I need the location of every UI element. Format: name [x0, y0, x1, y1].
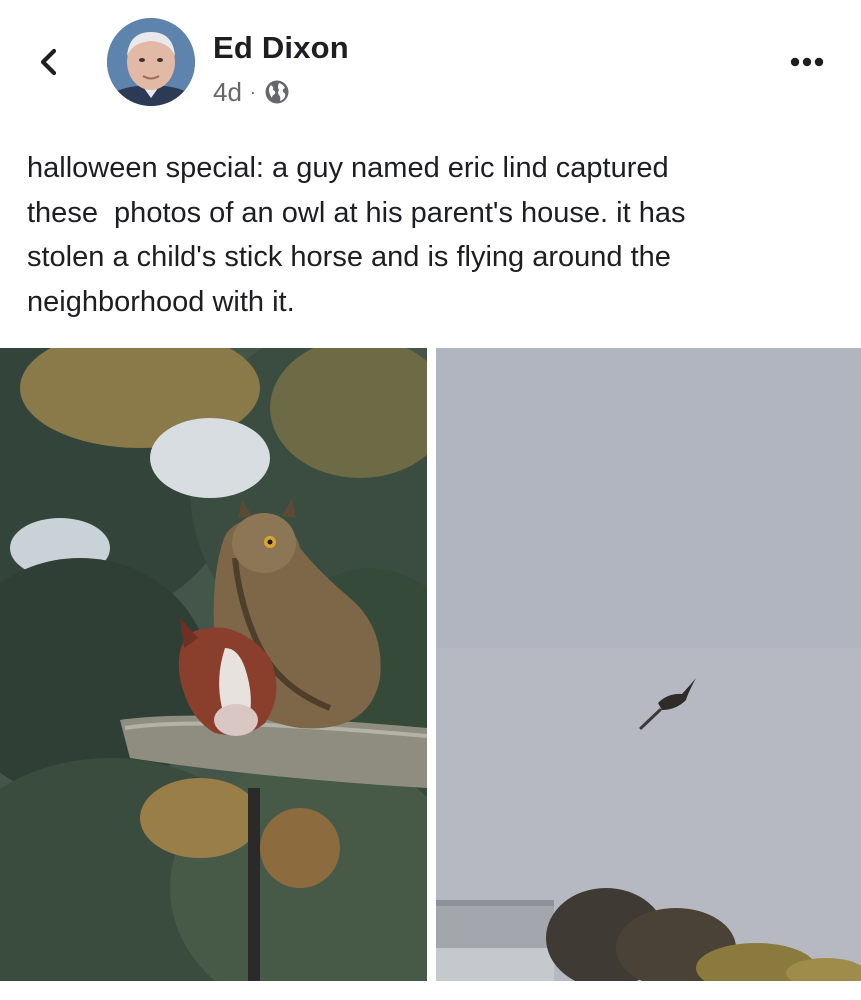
post-meta: 4d · [213, 76, 290, 108]
owl-flying-image [436, 348, 861, 981]
more-options-button[interactable] [785, 48, 835, 76]
more-horizontal-icon [790, 57, 824, 67]
post-timestamp[interactable]: 4d [213, 77, 242, 108]
post-header: Ed Dixon 4d · [0, 0, 861, 120]
back-button[interactable] [30, 42, 70, 82]
author-avatar[interactable] [107, 18, 195, 106]
post-text: halloween special: a guy named eric lind… [27, 152, 686, 318]
meta-separator: · [249, 81, 256, 102]
post-photo-owl-perched[interactable] [0, 348, 427, 981]
post-photo-owl-flying[interactable] [436, 348, 861, 981]
author-name[interactable]: Ed Dixon [213, 30, 349, 66]
chevron-left-icon [40, 48, 57, 76]
globe-icon[interactable] [264, 79, 290, 105]
avatar-photo [107, 18, 195, 106]
owl-perched-image [0, 348, 427, 981]
